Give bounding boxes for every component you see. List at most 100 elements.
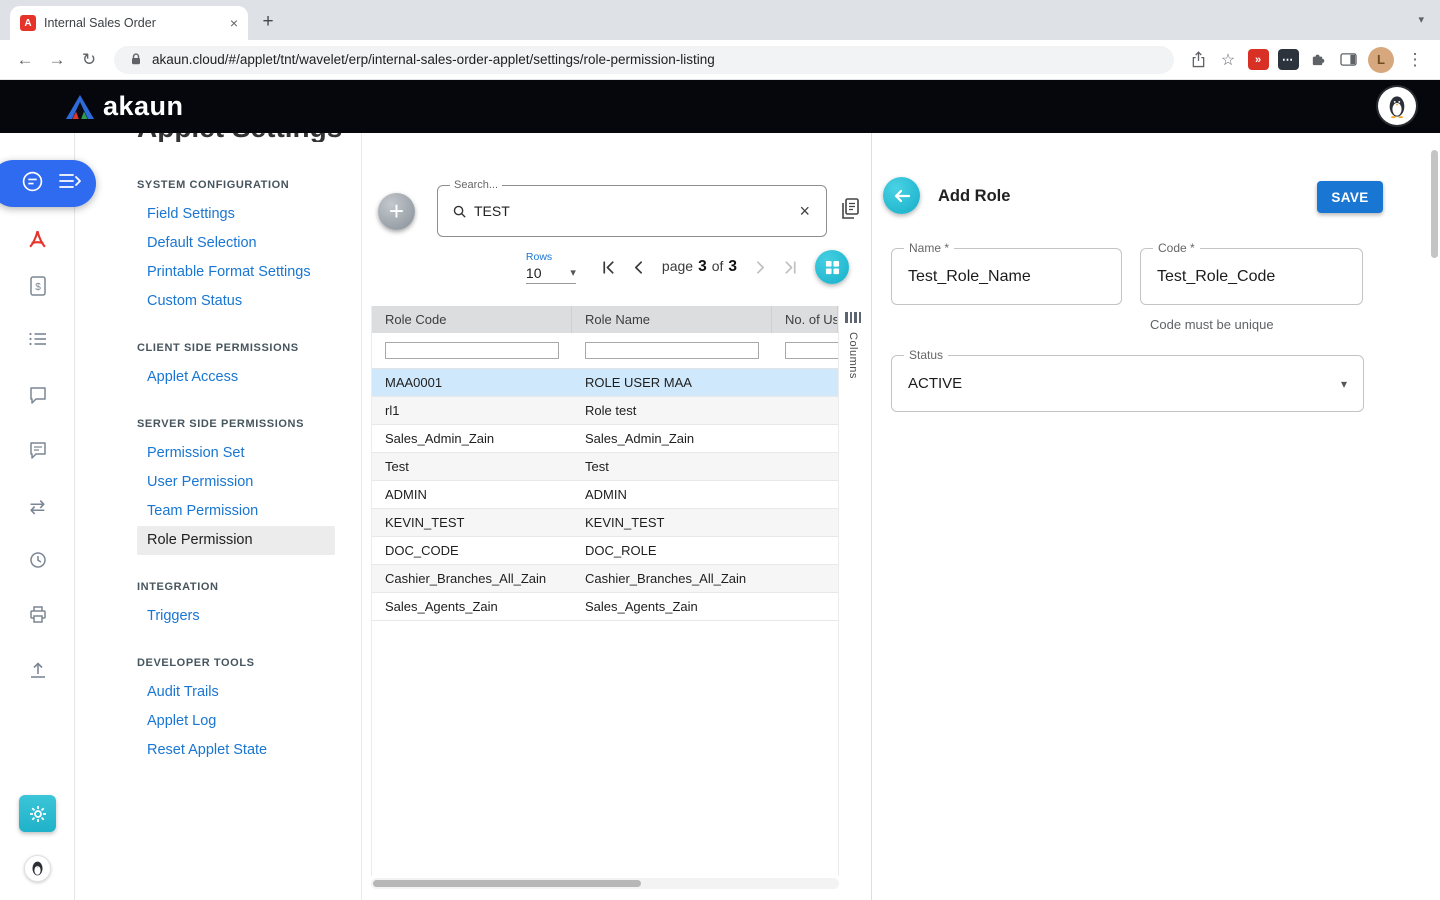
- back-button[interactable]: ←: [10, 45, 40, 75]
- horizontal-scrollbar[interactable]: [371, 878, 839, 889]
- brand-text: akaun: [103, 91, 184, 122]
- copy-list-button[interactable]: [839, 197, 861, 226]
- billing-doc-applet-button[interactable]: $: [0, 275, 75, 297]
- browser-menu-button[interactable]: ⋮: [1400, 45, 1430, 75]
- header-no-of-users[interactable]: No. of Us: [772, 306, 838, 333]
- page-indicator: page 3 of 3: [662, 258, 737, 276]
- cell-role-code: KEVIN_TEST: [372, 515, 572, 530]
- messages-applet-button[interactable]: [0, 440, 75, 460]
- header-role-name[interactable]: Role Name: [572, 306, 772, 333]
- rows-label: Rows: [526, 251, 576, 263]
- side-panel-button[interactable]: [1334, 46, 1362, 74]
- add-role-fab[interactable]: +: [378, 193, 415, 230]
- sidebar-item-team-permission[interactable]: Team Permission: [137, 497, 335, 526]
- print-applet-button[interactable]: [0, 605, 75, 624]
- chat-applet-button[interactable]: [0, 385, 75, 405]
- cell-role-code: Test: [372, 459, 572, 474]
- next-page-button[interactable]: [749, 256, 771, 278]
- browser-toolbar: ← → ↻ akaun.cloud/#/applet/tnt/wavelet/e…: [0, 40, 1440, 80]
- save-button[interactable]: SAVE: [1317, 181, 1383, 213]
- name-value: Test_Role_Name: [892, 249, 1121, 304]
- table-row[interactable]: Test Test: [372, 453, 838, 481]
- rows-caret-icon: ▾: [570, 266, 576, 279]
- rows-per-page-select[interactable]: Rows 10▾: [526, 251, 576, 284]
- extension-dark-button[interactable]: ⋯: [1274, 46, 1302, 74]
- applet-circle-button[interactable]: [21, 170, 44, 198]
- tab-search-caret-icon[interactable]: ▾: [1418, 13, 1424, 26]
- table-row[interactable]: Cashier_Branches_All_Zain Cashier_Branch…: [372, 565, 838, 593]
- upload-applet-button[interactable]: [0, 660, 75, 680]
- menu-toggle-button[interactable]: [58, 172, 82, 195]
- table-row[interactable]: MAA0001 ROLE USER MAA: [372, 369, 838, 397]
- columns-icon: [845, 312, 861, 323]
- settings-gear-button[interactable]: [19, 795, 56, 832]
- last-page-button[interactable]: [779, 256, 801, 278]
- extensions-puzzle-button[interactable]: [1304, 46, 1332, 74]
- history-applet-button[interactable]: [0, 550, 75, 570]
- sidebar-item-user-permission[interactable]: User Permission: [137, 468, 335, 497]
- search-clear-icon[interactable]: ×: [797, 201, 812, 222]
- grid-view-button[interactable]: [815, 250, 849, 284]
- extension-red-icon: »: [1248, 49, 1269, 70]
- sidebar-item-role-permission[interactable]: Role Permission: [137, 526, 335, 555]
- pdf-applet-button[interactable]: [0, 229, 75, 250]
- extension-red-button[interactable]: »: [1244, 46, 1272, 74]
- code-field[interactable]: Code * Test_Role_Code: [1140, 248, 1363, 305]
- bookmark-star-button[interactable]: ☆: [1214, 46, 1242, 74]
- filter-role-code-input[interactable]: [385, 342, 559, 359]
- rail-user-avatar-button[interactable]: [24, 855, 51, 882]
- code-helper-text: Code must be unique: [1150, 317, 1274, 332]
- table-row[interactable]: Sales_Admin_Zain Sales_Admin_Zain: [372, 425, 838, 453]
- table-row[interactable]: rl1 Role test: [372, 397, 838, 425]
- cell-role-name: Sales_Agents_Zain: [572, 599, 772, 614]
- filter-role-name-input[interactable]: [585, 342, 759, 359]
- chat-lines-icon: [28, 440, 48, 460]
- columns-side-tab[interactable]: Columns: [843, 306, 863, 379]
- status-select[interactable]: Status ACTIVE ▾: [891, 355, 1364, 412]
- share-button[interactable]: [1184, 46, 1212, 74]
- tab-strip: A Internal Sales Order × + ▾: [0, 0, 1440, 40]
- first-page-button[interactable]: [598, 256, 620, 278]
- filter-users-input[interactable]: [785, 342, 838, 359]
- section-header-server-side-permissions: SERVER SIDE PERMISSIONS: [137, 418, 361, 431]
- back-button-fab[interactable]: [883, 177, 920, 214]
- new-tab-button[interactable]: +: [254, 8, 282, 36]
- table-row[interactable]: KEVIN_TEST KEVIN_TEST: [372, 509, 838, 537]
- section-header-developer-tools: DEVELOPER TOOLS: [137, 657, 361, 670]
- transfer-applet-button[interactable]: ⇄: [0, 496, 75, 519]
- tab-close-icon[interactable]: ×: [230, 16, 238, 30]
- sidebar-item-applet-access[interactable]: Applet Access: [137, 363, 335, 392]
- forward-button[interactable]: →: [42, 45, 72, 75]
- list-applet-button[interactable]: [0, 330, 75, 348]
- table-row[interactable]: ADMIN ADMIN: [372, 481, 838, 509]
- sidebar-item-applet-log[interactable]: Applet Log: [137, 707, 335, 736]
- window-scrollbar-thumb[interactable]: [1431, 150, 1438, 258]
- reload-button[interactable]: ↻: [74, 45, 104, 75]
- browser-tab[interactable]: A Internal Sales Order ×: [10, 6, 248, 40]
- horizontal-scrollbar-thumb[interactable]: [373, 880, 641, 887]
- printer-icon: [28, 605, 48, 624]
- prev-page-button[interactable]: [628, 256, 650, 278]
- sidebar-item-permission-set[interactable]: Permission Set: [137, 439, 335, 468]
- name-field[interactable]: Name * Test_Role_Name: [891, 248, 1122, 305]
- sidebar-item-reset-applet-state[interactable]: Reset Applet State: [137, 736, 335, 765]
- address-bar[interactable]: akaun.cloud/#/applet/tnt/wavelet/erp/int…: [114, 46, 1174, 74]
- acrobat-icon: [27, 229, 48, 250]
- user-avatar-button[interactable]: [1378, 87, 1416, 125]
- url-text: akaun.cloud/#/applet/tnt/wavelet/erp/int…: [152, 52, 715, 67]
- search-box: Search... ×: [437, 185, 827, 237]
- sidebar-item-field-settings[interactable]: Field Settings: [137, 200, 335, 229]
- cell-role-code: Sales_Agents_Zain: [372, 599, 572, 614]
- table-row[interactable]: Sales_Agents_Zain Sales_Agents_Zain: [372, 593, 838, 621]
- table-header-row: Role Code Role Name No. of Us: [372, 306, 838, 333]
- sidebar-item-triggers[interactable]: Triggers: [137, 602, 335, 631]
- browser-profile-avatar[interactable]: L: [1368, 47, 1394, 73]
- sidebar-item-custom-status[interactable]: Custom Status: [137, 287, 335, 316]
- next-page-icon: [752, 259, 769, 276]
- sidebar-item-printable-format-settings[interactable]: Printable Format Settings: [137, 258, 335, 287]
- table-row[interactable]: DOC_CODE DOC_ROLE: [372, 537, 838, 565]
- sidebar-item-default-selection[interactable]: Default Selection: [137, 229, 335, 258]
- search-input[interactable]: [474, 203, 790, 219]
- header-role-code[interactable]: Role Code: [372, 306, 572, 333]
- sidebar-item-audit-trails[interactable]: Audit Trails: [137, 678, 335, 707]
